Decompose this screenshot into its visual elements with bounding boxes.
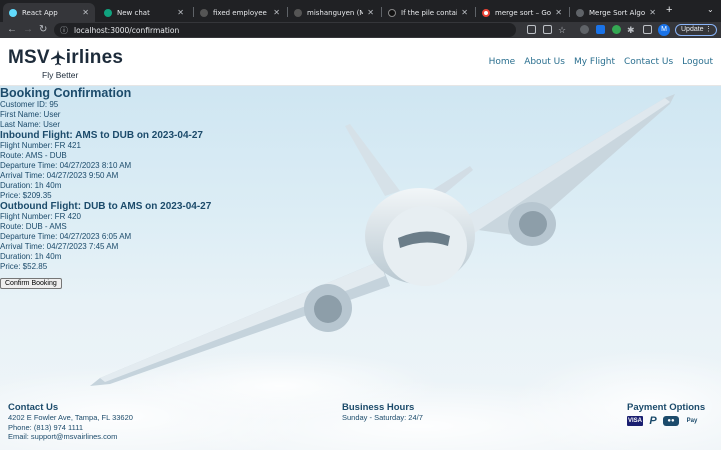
github-icon — [200, 8, 208, 17]
reload-icon[interactable]: ↻ — [39, 23, 47, 37]
footer-hours: Business Hours Sunday - Saturday: 24/7 — [342, 402, 423, 423]
payment-heading: Payment Options — [627, 402, 706, 413]
tab-title: New chat — [117, 8, 150, 17]
tab-mishanguyen[interactable]: mishanguyen (Misha... ✕ — [288, 3, 380, 22]
github-icon — [294, 8, 302, 17]
forward-icon[interactable]: → — [23, 23, 33, 37]
update-label: Update — [681, 26, 704, 33]
inbound-duration: Duration: 1h 40m — [0, 181, 62, 190]
google-icon — [482, 8, 490, 17]
outbound-flight-number: Flight Number: FR 420 — [0, 212, 81, 221]
hours-text: Sunday - Saturday: 24/7 — [342, 413, 423, 422]
tab-merge-sort-algorithm[interactable]: Merge Sort Algorithm... ✕ — [570, 3, 662, 22]
info-icon[interactable]: ⓘ — [60, 25, 68, 36]
share-icon[interactable] — [543, 25, 552, 34]
contact-address: 4202 E Fowler Ave, Tampa, FL 33620 — [8, 413, 133, 422]
close-icon[interactable]: ✕ — [177, 8, 184, 17]
inbound-route: Route: AMS - DUB — [0, 151, 67, 160]
extension-icon[interactable] — [612, 25, 621, 34]
close-icon[interactable]: ✕ — [461, 8, 468, 17]
close-icon[interactable]: ✕ — [82, 8, 89, 17]
tab-react-app[interactable]: React App ✕ — [3, 3, 95, 22]
outbound-price: Price: $52.85 — [0, 262, 48, 271]
outbound-duration: Duration: 1h 40m — [0, 252, 62, 261]
tab-title: mishanguyen (Misha... — [307, 8, 364, 17]
airplane-icon — [50, 50, 65, 66]
nav-about-us[interactable]: About Us — [524, 57, 565, 67]
outbound-departure: Departure Time: 04/27/2023 6:05 AM — [0, 232, 132, 241]
visa-icon: VISA — [627, 416, 643, 426]
tab-merge-sort-google[interactable]: merge sort – Google... ✕ — [476, 3, 568, 22]
contact-heading: Contact Us — [8, 402, 59, 413]
update-button[interactable]: Update ⋮ — [675, 24, 717, 36]
logo-text-right: irlines — [65, 47, 124, 68]
tab-title: If the pile contains on... — [401, 8, 458, 17]
close-icon[interactable]: ✕ — [273, 8, 280, 17]
close-icon[interactable]: ✕ — [555, 8, 562, 17]
paypal-icon: P — [649, 415, 657, 427]
tab-fixed-employee[interactable]: fixed employee view... ✕ — [194, 3, 286, 22]
nav-logout[interactable]: Logout — [682, 57, 713, 67]
mastercard-icon: ●● — [663, 416, 679, 426]
tab-title: fixed employee view... — [213, 8, 269, 17]
profile-avatar[interactable]: M — [658, 24, 670, 36]
chevron-down-icon[interactable]: ⌄ — [707, 5, 714, 14]
address-bar[interactable]: ⓘ localhost:3000/confirmation — [54, 23, 516, 37]
logo[interactable]: MSV irlines — [8, 47, 123, 69]
nav-home[interactable]: Home — [489, 57, 516, 67]
inbound-flight-number: Flight Number: FR 421 — [0, 141, 81, 150]
close-icon[interactable]: ✕ — [367, 8, 374, 17]
contact-phone: Phone: (813) 974 1111 — [8, 422, 84, 432]
chatgpt-icon — [104, 8, 112, 17]
first-name: First Name: User — [0, 110, 61, 119]
puzzle-icon[interactable]: ✱ — [627, 23, 635, 37]
inbound-arrival: Arrival Time: 04/27/2023 9:50 AM — [0, 171, 119, 180]
site-icon — [576, 8, 584, 17]
nav-my-flight[interactable]: My Flight — [574, 57, 615, 67]
site-icon — [388, 8, 396, 17]
main-nav: Home About Us My Flight Contact Us Logou… — [489, 57, 713, 67]
tab-new-chat[interactable]: New chat ✕ — [98, 3, 190, 22]
apple-pay-icon: Pay — [686, 418, 698, 424]
install-icon[interactable] — [527, 25, 536, 34]
footer-contact: Contact Us 4202 E Fowler Ave, Tampa, FL … — [8, 402, 133, 442]
translate-icon[interactable] — [596, 25, 605, 34]
back-icon[interactable]: ← — [7, 23, 17, 37]
customer-id: Customer ID: 95 — [0, 100, 59, 109]
bookmark-star-icon[interactable]: ☆ — [558, 23, 566, 37]
confirm-booking-button[interactable]: Confirm Booking — [0, 278, 62, 289]
page-title: Booking Confirmation — [0, 86, 132, 100]
more-icon: ⋮ — [705, 26, 712, 33]
tab-title: merge sort – Google... — [495, 8, 552, 17]
nav-contact-us[interactable]: Contact Us — [624, 57, 673, 67]
site-header: MSV irlines Fly Better Home About Us My … — [0, 38, 721, 86]
footer: Contact Us 4202 E Fowler Ave, Tampa, FL … — [0, 400, 721, 450]
hours-heading: Business Hours — [342, 402, 415, 413]
footer-payment: Payment Options VISA P ●● Pay — [627, 402, 706, 427]
browser-toolbar: ← → ↻ ⓘ localhost:3000/confirmation ☆ ✱ … — [0, 22, 721, 38]
tab-title: React App — [22, 8, 58, 17]
inbound-heading: Inbound Flight: AMS to DUB on 2023-04-27 — [0, 130, 203, 141]
logo-text-left: MSV — [8, 47, 50, 68]
url-text: localhost:3000/confirmation — [74, 25, 180, 35]
tab-title: Merge Sort Algorithm... — [589, 8, 646, 17]
outbound-heading: Outbound Flight: DUB to AMS on 2023-04-2… — [0, 201, 212, 212]
inbound-departure: Departure Time: 04/27/2023 8:10 AM — [0, 161, 132, 170]
new-tab-icon[interactable]: + — [666, 4, 672, 16]
browser-tab-bar: React App ✕ New chat ✕ fixed employee vi… — [0, 0, 721, 22]
outbound-arrival: Arrival Time: 04/27/2023 7:45 AM — [0, 242, 119, 251]
payment-icons: VISA P ●● Pay — [627, 415, 705, 427]
outbound-route: Route: DUB - AMS — [0, 222, 67, 231]
main-hero: Booking Confirmation Customer ID: 95 Fir… — [0, 86, 721, 450]
last-name: Last Name: User — [0, 120, 61, 129]
close-icon[interactable]: ✕ — [649, 8, 656, 17]
contact-email: Email: support@msvairlines.com — [8, 432, 118, 441]
booking-confirmation: Booking Confirmation Customer ID: 95 Fir… — [0, 86, 211, 290]
tagline: Fly Better — [42, 70, 79, 80]
react-icon — [9, 8, 17, 17]
tab-pile-contains[interactable]: If the pile contains on... ✕ — [382, 3, 474, 22]
sidepanel-icon[interactable] — [643, 25, 652, 34]
extension-icon[interactable] — [580, 25, 589, 34]
inbound-price: Price: $209.35 — [0, 191, 52, 200]
